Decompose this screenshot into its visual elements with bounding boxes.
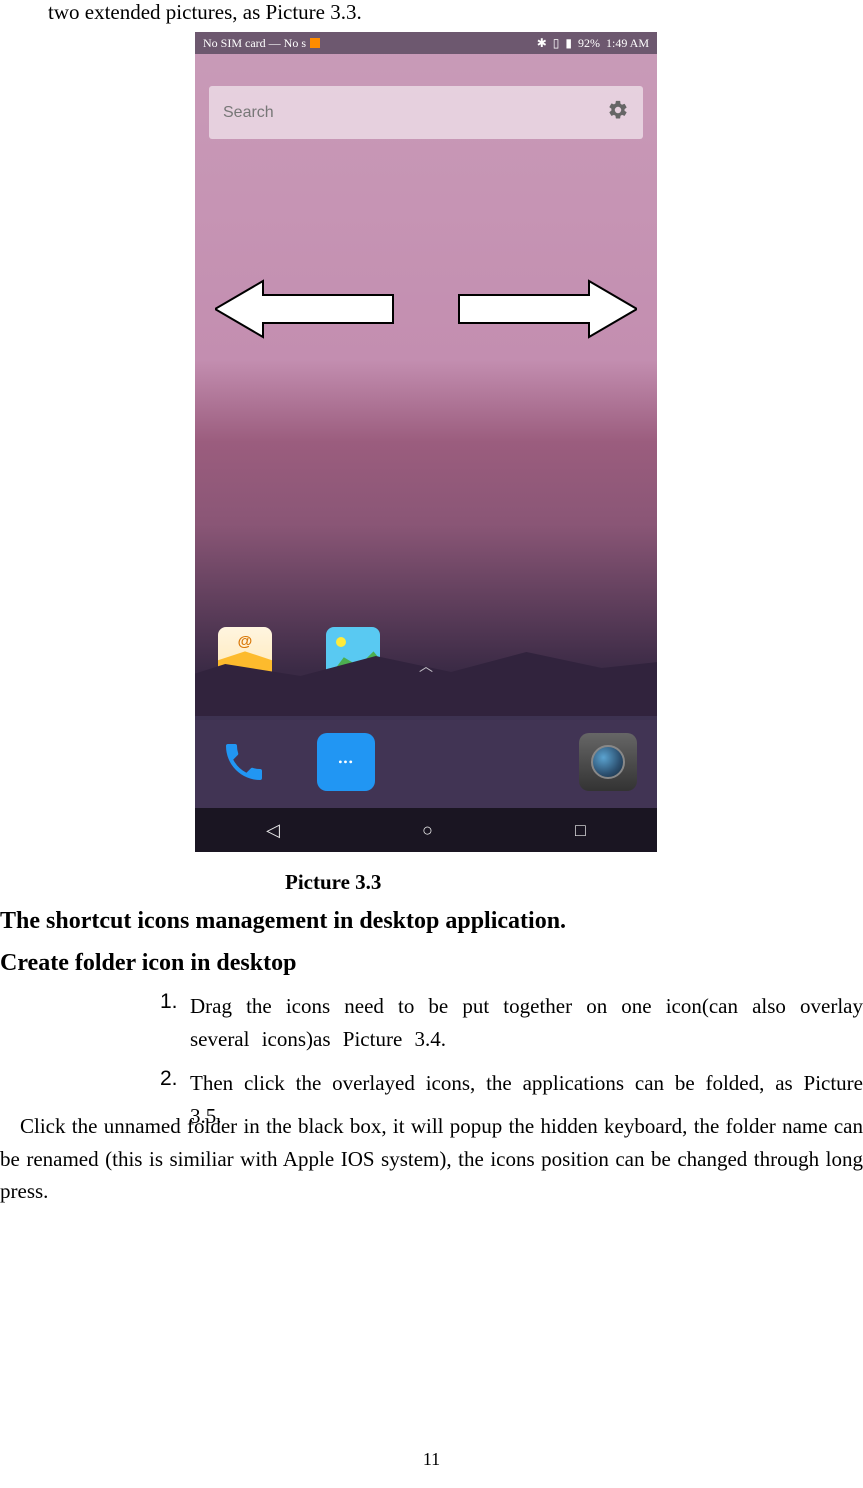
status-bar: No SIM card — No s ✱ ▯ ▮ 92% 1:49 AM [195,32,657,54]
top-text: two extended pictures, as Picture 3.3. [48,0,362,25]
heading-shortcut: The shortcut icons management in desktop… [0,908,566,935]
back-button[interactable]: ◁ [266,820,280,841]
search-bar[interactable]: Search [209,86,643,139]
list-number: 1. [160,990,190,1055]
list-item: 1. Drag the icons need to be put togethe… [160,990,863,1055]
nav-bar: ◁ ○ □ [195,808,657,852]
dock [195,716,657,808]
bluetooth-icon: ✱ [537,36,547,51]
phone-screenshot: No SIM card — No s ✱ ▯ ▮ 92% 1:49 AM Sea… [195,32,657,852]
orange-indicator-icon [310,38,320,48]
messages-app-icon[interactable] [317,733,375,791]
status-sim: No SIM card — No s [203,36,306,51]
list-text: Drag the icons need to be put together o… [190,990,863,1055]
recent-button[interactable]: □ [575,820,586,841]
heading-folder: Create folder icon in desktop [0,950,296,977]
figure-caption: Picture 3.3 [285,870,381,895]
battery-percent: 92% [578,36,600,51]
camera-app-icon[interactable] [579,733,637,791]
paragraph: Click the unnamed folder in the black bo… [0,1110,863,1208]
gear-icon[interactable] [607,99,629,126]
home-button[interactable]: ○ [422,820,433,841]
search-placeholder: Search [223,104,607,122]
arrow-right-icon [457,277,637,341]
page-number: 11 [423,1449,440,1470]
signal-icon: ▯ [553,36,560,51]
clock: 1:49 AM [606,36,649,51]
swipe-arrows [195,277,657,341]
arrow-left-icon [215,277,395,341]
battery-icon: ▮ [565,36,572,51]
phone-app-icon[interactable] [215,733,273,791]
chevron-up-icon[interactable]: ︿ [419,656,433,676]
